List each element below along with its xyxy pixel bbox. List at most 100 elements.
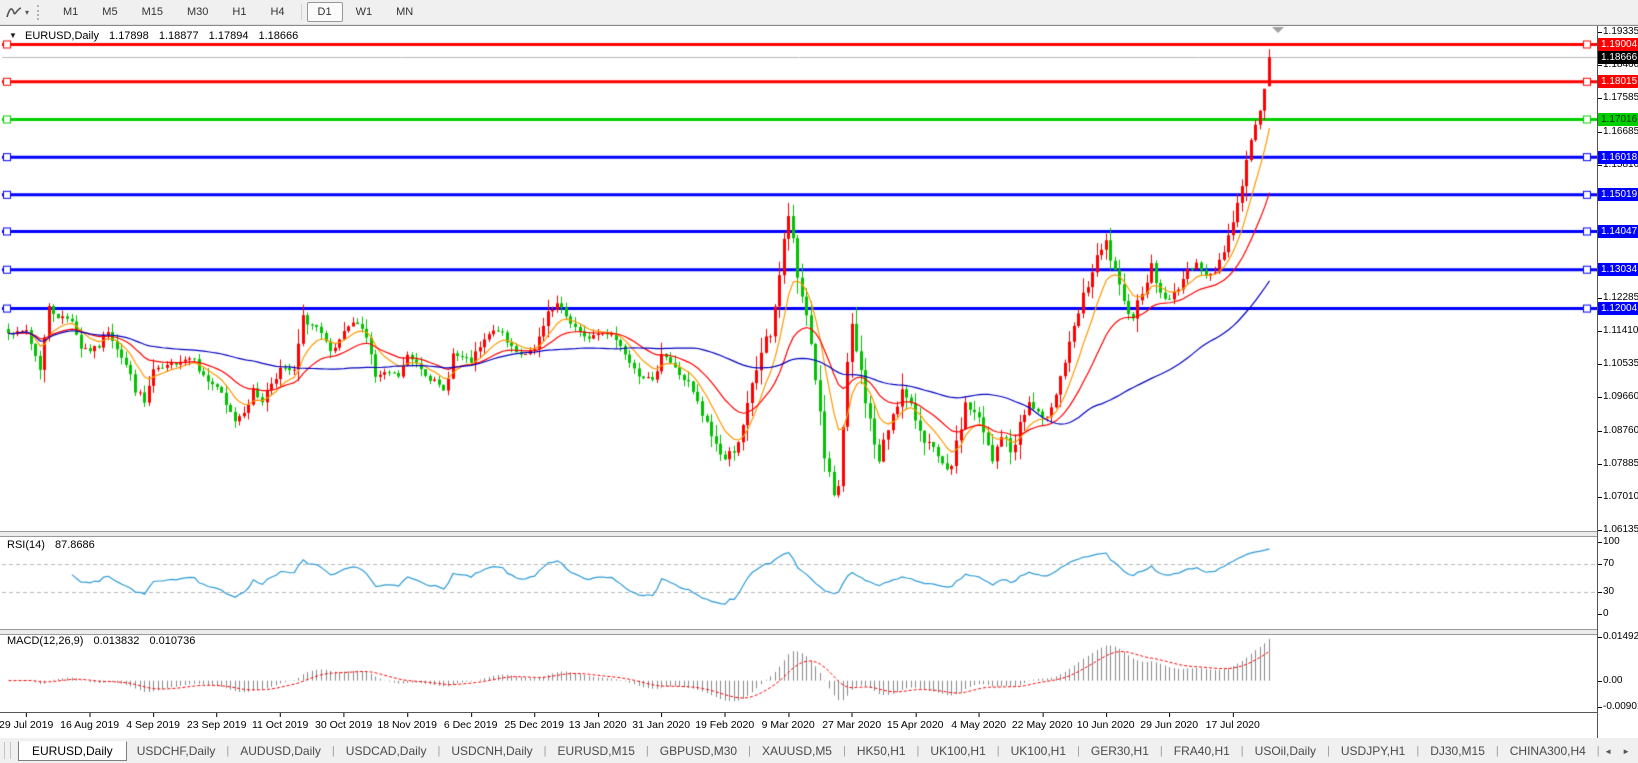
date-axis-label: 15 Apr 2020	[887, 719, 944, 731]
chart-symbol-title: EURUSD,Daily	[25, 30, 99, 42]
rsi-value: 87.8686	[55, 539, 95, 551]
tab-scroll-left-icon[interactable]: ◄	[1604, 747, 1612, 756]
timeframe-buttons: M1M5M15M30H1H4 D1W1MN	[51, 0, 425, 25]
chart-tab[interactable]: DJ30,M15	[1420, 742, 1495, 760]
chart-tab[interactable]: FRA40,H1	[1164, 742, 1240, 760]
chart-window: 1.193351.184601.175851.166851.158101.122…	[0, 25, 1638, 738]
date-axis-label: 29 Jul 2019	[0, 719, 53, 731]
date-axis-label: 22 May 2020	[1012, 719, 1073, 731]
rsi-axis-tick: 0	[1603, 608, 1638, 620]
ohlc-open: 1.17898	[109, 30, 149, 42]
date-axis-label: 11 Oct 2019	[252, 719, 308, 731]
price-axis-tick: 1.10535	[1603, 358, 1638, 370]
date-axis-label: 10 Jun 2020	[1077, 719, 1135, 731]
date-axis-label: 4 Sep 2019	[126, 719, 180, 731]
symbol-marker-icon: ▼	[9, 31, 17, 40]
level-price-box: 1.16018	[1598, 151, 1638, 164]
chart-tab[interactable]: EURUSD,Daily	[18, 741, 127, 761]
ohlc-close: 1.18666	[259, 30, 299, 42]
timeframe-button-m30[interactable]: M30	[176, 2, 219, 22]
chart-tab[interactable]: USDCNH,Daily	[441, 742, 542, 760]
timeframe-button-h4[interactable]: H4	[259, 2, 295, 22]
date-axis-label: 6 Dec 2019	[444, 719, 498, 731]
chart-tab[interactable]: USOil,Daily	[1245, 742, 1326, 760]
drawing-tool-icon[interactable]	[3, 2, 25, 22]
chart-tab[interactable]: GBPUSD,M30	[650, 742, 747, 760]
macd-axis-tick: -0.00901	[1603, 701, 1638, 713]
toolbar-grip[interactable]	[37, 5, 43, 20]
price-axis-tick: 1.07885	[1603, 458, 1638, 470]
date-axis-label: 13 Jan 2020	[569, 719, 627, 731]
timeframe-button-h1[interactable]: H1	[221, 2, 257, 22]
chart-tab[interactable]: CHINA300,H4	[1500, 742, 1596, 760]
timeframe-button-d1[interactable]: D1	[307, 2, 343, 22]
macd-name: MACD(12,26,9)	[7, 635, 83, 647]
panel-splitter-rsi[interactable]	[0, 531, 1638, 537]
tab-scroll-arrows: ◄ ►	[1604, 747, 1630, 756]
price-axis-tick: 1.19335	[1603, 26, 1638, 38]
chart-tab[interactable]: USDCHF,Daily	[127, 742, 226, 760]
date-axis-label: 27 Mar 2020	[822, 719, 881, 731]
rsi-axis-tick: 70	[1603, 558, 1638, 570]
chart-tab-bar: EURUSD,DailyUSDCHF,Daily|AUDUSD,Daily|US…	[0, 737, 1638, 763]
date-axis-label: 25 Dec 2019	[504, 719, 564, 731]
level-price-box: 1.13034	[1598, 263, 1638, 276]
macd-signal-value: 0.010736	[149, 635, 195, 647]
timeframe-button-w1[interactable]: W1	[345, 2, 384, 22]
tab-scroll-right-icon[interactable]: ►	[1622, 747, 1630, 756]
chart-tab[interactable]: EURUSD,M15	[548, 742, 645, 760]
date-axis-label: 9 Mar 2020	[762, 719, 815, 731]
chart-tab[interactable]: USDCAD,Daily	[336, 742, 437, 760]
chart-tab[interactable]: HK50,H1	[847, 742, 916, 760]
tabbar-grip[interactable]	[4, 742, 11, 759]
rsi-indicator-label: RSI(14) 87.8686	[7, 539, 95, 551]
toolbar-separator	[301, 4, 302, 20]
macd-axis-tick: 0.00	[1603, 675, 1638, 687]
ohlc-high: 1.18877	[159, 30, 199, 42]
timeframe-button-mn[interactable]: MN	[385, 2, 424, 22]
chart-tab[interactable]: UK100,H1	[920, 742, 995, 760]
chart-tab[interactable]: UK100,H1	[1001, 742, 1076, 760]
chart-tab[interactable]: GER30,H1	[1081, 742, 1159, 760]
timeframe-button-m15[interactable]: M15	[131, 2, 174, 22]
price-axis-tick: 1.11410	[1603, 325, 1638, 337]
rsi-axis-tick: 30	[1603, 586, 1638, 598]
pen-scribble-icon	[6, 5, 22, 19]
price-axis[interactable]: 1.193351.184601.175851.166851.158101.122…	[1597, 26, 1638, 738]
level-price-box: 1.12004	[1598, 302, 1638, 315]
price-axis-tick: 1.07010	[1603, 491, 1638, 503]
macd-main-value: 0.013832	[93, 635, 139, 647]
panel-splitter-macd[interactable]	[0, 629, 1638, 635]
price-axis-tick: 1.09660	[1603, 391, 1638, 403]
date-axis-label: 19 Feb 2020	[695, 719, 754, 731]
date-axis[interactable]: 29 Jul 201916 Aug 20194 Sep 201923 Sep 2…	[0, 712, 1597, 738]
chart-tab[interactable]: USDJPY,H1	[1331, 742, 1415, 760]
mt4-application-window: ▾ M1M5M15M30H1H4D1W1MN 1.193351.184601.1…	[0, 0, 1638, 763]
date-axis-label: 17 Jul 2020	[1206, 719, 1260, 731]
ohlc-low: 1.17894	[209, 30, 249, 42]
macd-axis-tick: 0.014921	[1603, 631, 1638, 643]
rsi-axis-tick: 100	[1603, 536, 1638, 548]
chart-tab[interactable]: AUDUSD,Daily	[230, 742, 331, 760]
macd-indicator-label: MACD(12,26,9) 0.013832 0.010736	[7, 635, 195, 647]
date-axis-label: 18 Nov 2019	[377, 719, 437, 731]
price-axis-tick: 1.16685	[1603, 126, 1638, 138]
tab-separator: |	[1596, 745, 1601, 757]
date-axis-label: 30 Oct 2019	[315, 719, 372, 731]
date-axis-label: 29 Jun 2020	[1140, 719, 1198, 731]
rsi-name: RSI(14)	[7, 539, 45, 551]
timeframe-button-m5[interactable]: M5	[91, 2, 128, 22]
tool-dropdown-arrow-icon[interactable]: ▾	[25, 8, 29, 17]
level-price-box: 1.17016	[1598, 113, 1638, 126]
timeframe-button-m1[interactable]: M1	[52, 2, 89, 22]
date-axis-label: 16 Aug 2019	[60, 719, 119, 731]
level-price-box: 1.19004	[1598, 38, 1638, 51]
date-axis-label: 4 May 2020	[951, 719, 1006, 731]
price-axis-tick: 1.17585	[1603, 92, 1638, 104]
chart-header: ▼ EURUSD,Daily 1.17898 1.18877 1.17894 1…	[9, 30, 298, 42]
timeframe-toolbar: ▾ M1M5M15M30H1H4 D1W1MN	[0, 0, 1638, 25]
current-price-box: 1.18666	[1598, 51, 1638, 64]
level-price-box: 1.14047	[1598, 225, 1638, 238]
chart-tab[interactable]: XAUUSD,M5	[752, 742, 842, 760]
price-axis-tick: 1.08760	[1603, 425, 1638, 437]
